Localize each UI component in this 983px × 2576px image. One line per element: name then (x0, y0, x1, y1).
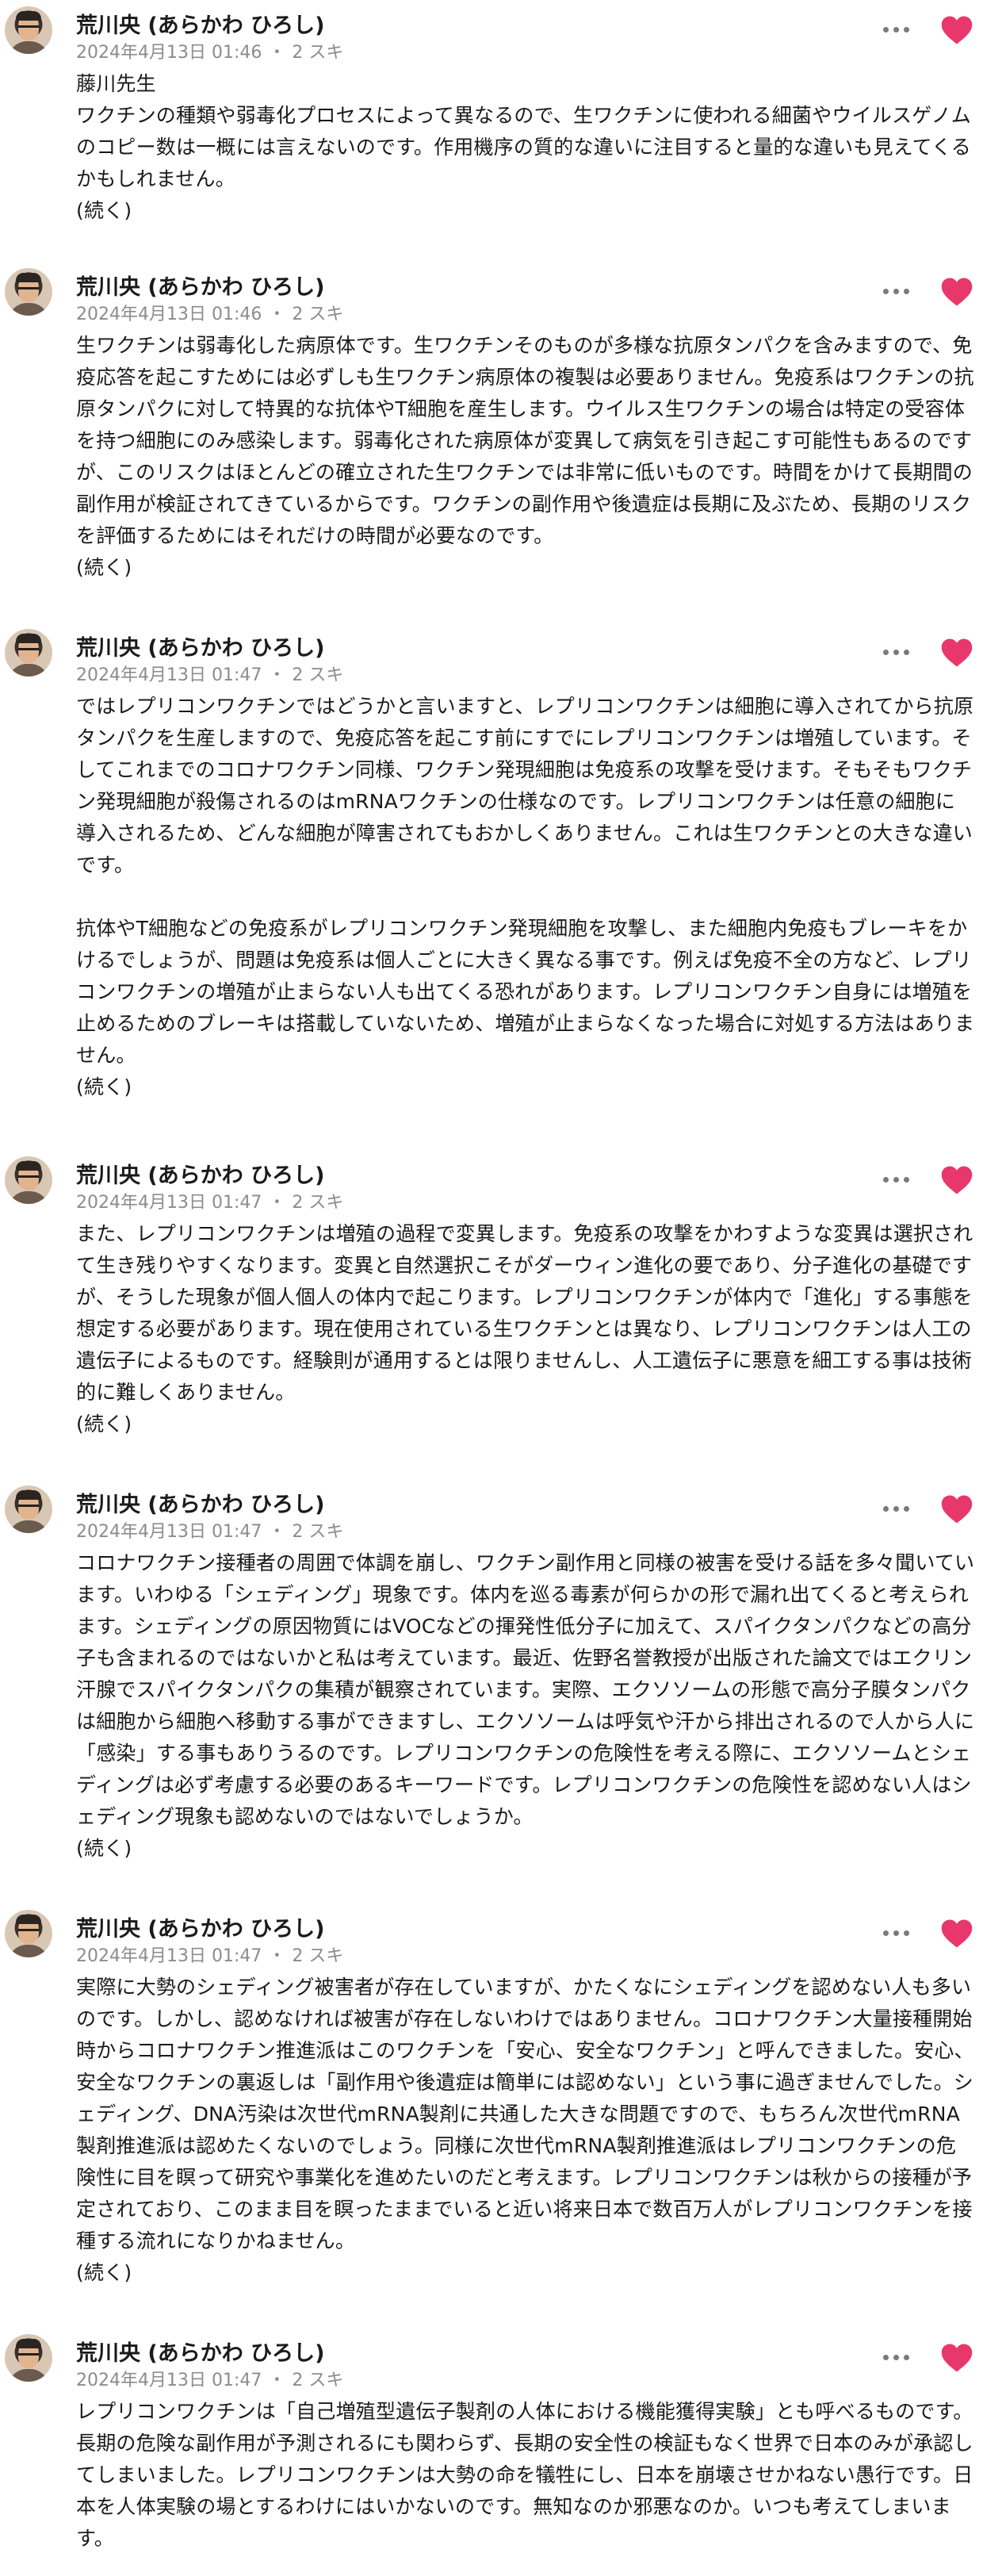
avatar[interactable] (5, 1156, 52, 1204)
comment-meta: 2024年4月13日 01:47 ・ 2 スキ (76, 1522, 344, 1542)
author-name[interactable]: 荒川央 (あらかわ ひろし) (76, 631, 324, 661)
continue-label: (続く) (76, 1075, 132, 1098)
comment-text: 生ワクチンは弱毒化した病原体です。生ワクチンそのものが多様な抗原タンパクを含みま… (76, 334, 974, 547)
more-options-button[interactable] (876, 279, 916, 303)
like-label: スキ (308, 2371, 344, 2390)
author-name[interactable]: 荒川央 (あらかわ ひろし) (76, 8, 324, 39)
comment-text: レプリコンワクチンは「自己増殖型遺伝子製剤の人体における機能獲得実験」とも呼べる… (76, 2400, 973, 2550)
timestamp: 2024年4月13日 01:47 (76, 1522, 262, 1542)
timestamp: 2024年4月13日 01:47 (76, 1193, 262, 1213)
author-name[interactable]: 荒川央 (あらかわ ひろし) (76, 2336, 324, 2367)
like-label: スキ (308, 1946, 344, 1966)
author-name[interactable]: 荒川央 (あらかわ ひろし) (76, 270, 324, 301)
comment-meta: 2024年4月13日 01:47 ・ 2 スキ (76, 665, 344, 685)
heart-icon[interactable] (940, 14, 973, 46)
continue-label: (続く) (76, 2261, 132, 2284)
more-horizontal-icon (882, 288, 889, 294)
more-options-button[interactable] (876, 2345, 916, 2369)
avatar[interactable] (5, 2334, 52, 2382)
avatar[interactable] (5, 1485, 52, 1533)
comment-body: ではレプリコンワクチンではどうかと言いますと、レプリコンワクチンは細胞に導入され… (76, 691, 975, 1103)
heart-icon[interactable] (940, 637, 973, 669)
more-options-button[interactable] (876, 17, 916, 41)
avatar[interactable] (5, 6, 52, 54)
more-horizontal-icon (882, 649, 889, 655)
timestamp: 2024年4月13日 01:46 (76, 43, 262, 63)
like-count: 2 (292, 1946, 304, 1966)
comment-text: 藤川先生 ワクチンの種類や弱毒化プロセスによって異なるので、生ワクチンに使われる… (76, 72, 972, 190)
comment-text: ではレプリコンワクチンではどうかと言いますと、レプリコンワクチンは細胞に導入され… (76, 695, 975, 1067)
heart-icon[interactable] (940, 276, 973, 308)
timestamp: 2024年4月13日 01:46 (76, 305, 262, 324)
comment-text: また、レプリコンワクチンは増殖の過程で変異します。免疫系の攻撃をかわすような変異… (76, 1222, 973, 1404)
more-horizontal-icon (882, 1505, 889, 1512)
timestamp: 2024年4月13日 01:47 (76, 1946, 262, 1966)
like-count: 2 (292, 1193, 304, 1213)
comment-body: また、レプリコンワクチンは増殖の過程で変異します。免疫系の攻撃をかわすような変異… (76, 1218, 975, 1440)
like-count: 2 (292, 43, 304, 63)
more-horizontal-icon (882, 1930, 889, 1936)
continue-label: (続く) (76, 1413, 132, 1436)
timestamp: 2024年4月13日 01:47 (76, 665, 262, 685)
avatar[interactable] (5, 268, 52, 316)
author-name[interactable]: 荒川央 (あらかわ ひろし) (76, 1158, 324, 1189)
heart-icon[interactable] (940, 1164, 973, 1196)
comment-meta: 2024年4月13日 01:46 ・ 2 スキ (76, 305, 344, 324)
like-count: 2 (292, 305, 304, 324)
heart-icon[interactable] (940, 1493, 973, 1525)
comment-meta: 2024年4月13日 01:46 ・ 2 スキ (76, 43, 344, 63)
like-label: スキ (308, 43, 344, 63)
comment-body: 藤川先生 ワクチンの種類や弱毒化プロセスによって異なるので、生ワクチンに使われる… (76, 68, 975, 227)
more-horizontal-icon (882, 26, 889, 33)
more-options-button[interactable] (876, 1497, 916, 1520)
avatar[interactable] (5, 1910, 52, 1957)
comment-body: コロナワクチン接種者の周囲で体調を崩し、ワクチン副作用と同様の被害を受ける話を多… (76, 1547, 975, 1865)
like-label: スキ (308, 1193, 344, 1213)
like-label: スキ (308, 1522, 344, 1542)
more-options-button[interactable] (876, 640, 916, 664)
more-horizontal-icon (882, 1176, 889, 1183)
comment-meta: 2024年4月13日 01:47 ・ 2 スキ (76, 1193, 344, 1213)
like-count: 2 (292, 2371, 304, 2390)
timestamp: 2024年4月13日 01:47 (76, 2371, 262, 2390)
comment-body: 実際に大勢のシェディング被害者が存在していますが、かたくなにシェディングを認めな… (76, 1972, 975, 2289)
comment-text: コロナワクチン接種者の周囲で体調を崩し、ワクチン副作用と同様の被害を受ける話を多… (76, 1551, 975, 1828)
more-options-button[interactable] (876, 1167, 916, 1191)
like-count: 2 (292, 1522, 304, 1542)
comment-meta: 2024年4月13日 01:47 ・ 2 スキ (76, 1946, 344, 1966)
author-name[interactable]: 荒川央 (あらかわ ひろし) (76, 1487, 324, 1518)
author-name[interactable]: 荒川央 (あらかわ ひろし) (76, 1911, 324, 1942)
continue-label: (続く) (76, 1837, 132, 1860)
comment-body: 生ワクチンは弱毒化した病原体です。生ワクチンそのものが多様な抗原タンパクを含みま… (76, 330, 975, 584)
comment-body: レプリコンワクチンは「自己増殖型遺伝子製剤の人体における機能獲得実験」とも呼べる… (76, 2396, 975, 2555)
continue-label: (続く) (76, 556, 132, 579)
more-horizontal-icon (882, 2354, 889, 2360)
comment-meta: 2024年4月13日 01:47 ・ 2 スキ (76, 2371, 344, 2390)
continue-label: (続く) (76, 199, 132, 222)
more-options-button[interactable] (876, 1921, 916, 1945)
comment-text: 実際に大勢のシェディング被害者が存在していますが、かたくなにシェディングを認めな… (76, 1976, 974, 2252)
like-label: スキ (308, 305, 344, 324)
like-count: 2 (292, 665, 304, 685)
heart-icon[interactable] (940, 1918, 973, 1949)
heart-icon[interactable] (940, 2342, 973, 2374)
like-label: スキ (308, 665, 344, 685)
avatar[interactable] (5, 629, 52, 677)
